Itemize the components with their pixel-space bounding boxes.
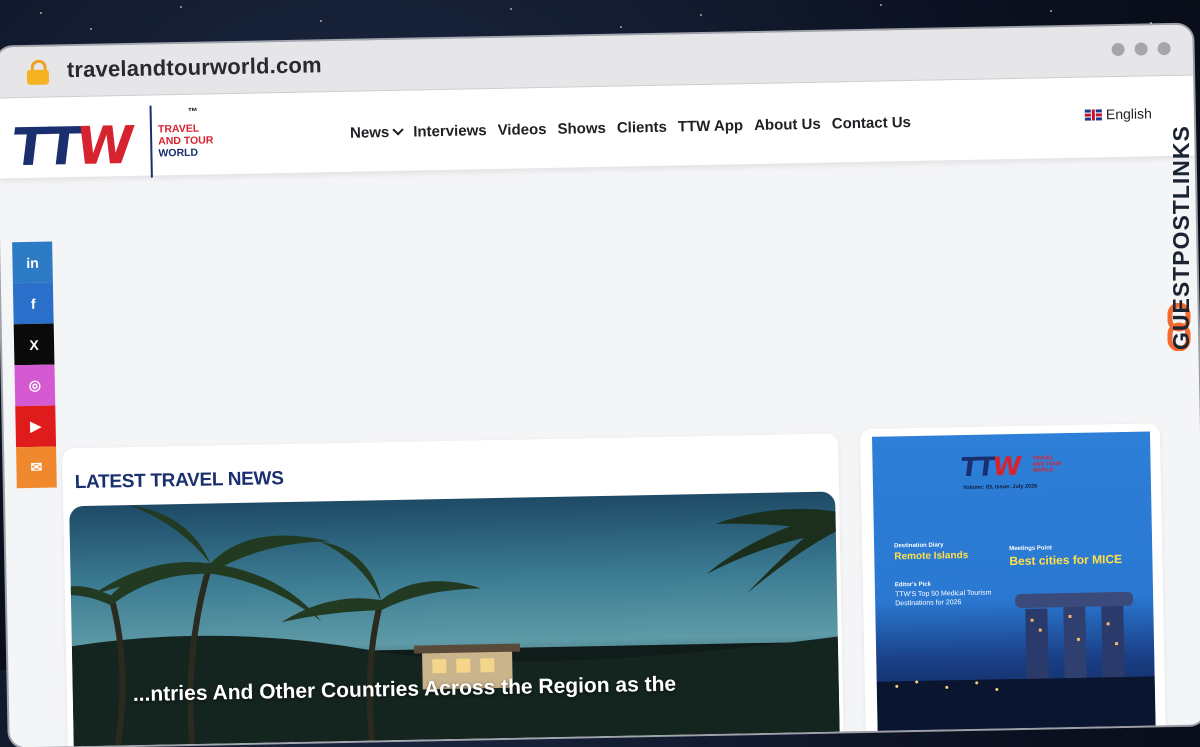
window-dot-icon[interactable] [1157,41,1171,56]
magazine-card: TTW TRAVEL AND TOUR WORLD Volume: 03, Is… [859,423,1166,747]
nav-interviews[interactable]: Interviews [413,122,487,140]
hero-article-image[interactable]: ...ntries And Other Countries Across the… [69,491,841,747]
linkedin-icon[interactable]: in [12,241,53,284]
x-icon[interactable]: X [13,323,55,366]
nav-shows[interactable]: Shows [557,120,606,138]
window-dot-icon[interactable] [1134,42,1148,56]
logo-text: TRAVEL AND TOUR WORLD [157,122,214,160]
lock-icon [26,59,50,85]
uk-flag-icon [1084,108,1103,121]
watermark-text: GUESTPOSTLINKS [1168,125,1194,350]
logo-mark: TTW [8,115,134,179]
window-controls [1111,41,1171,57]
section-title: LATEST TRAVEL NEWS [74,468,284,494]
palm-scene-illustration [69,505,841,747]
magazine-cover[interactable]: TTW TRAVEL AND TOUR WORLD Volume: 03, Is… [872,431,1156,737]
logo-trademark: ™ [187,106,198,118]
facebook-icon[interactable]: f [12,282,54,325]
window-dot-icon[interactable] [1111,42,1125,57]
nav-ttw-app[interactable]: TTW App [678,117,744,135]
latest-news-card: LATEST TRAVEL NEWS ...ntries And Other C… [62,433,845,747]
language-label: English [1105,105,1153,123]
language-selector[interactable]: English [1084,105,1153,123]
nav-clients[interactable]: Clients [617,119,667,137]
social-share-bar: in f X ◎ ▶ ✉ [12,241,57,489]
youtube-icon[interactable]: ▶ [15,405,57,448]
skyline-illustration [876,591,1156,737]
site-logo[interactable]: TTW ™ TRAVEL AND TOUR WORLD [8,100,222,179]
nav-news[interactable]: News [350,124,404,142]
url-text[interactable]: travelandtourworld.com [67,52,322,83]
nav-contact-us[interactable]: Contact Us [832,114,911,133]
email-icon[interactable]: ✉ [16,446,57,489]
browser-window: travelandtourworld.com TTW ™ TRAVEL AND … [0,24,1200,747]
nav-videos[interactable]: Videos [497,121,546,139]
instagram-icon[interactable]: ◎ [14,364,56,407]
main-nav: News Interviews Videos Shows Clients TTW… [350,114,911,142]
nav-about-us[interactable]: About Us [754,116,821,134]
chevron-down-icon [392,124,404,136]
